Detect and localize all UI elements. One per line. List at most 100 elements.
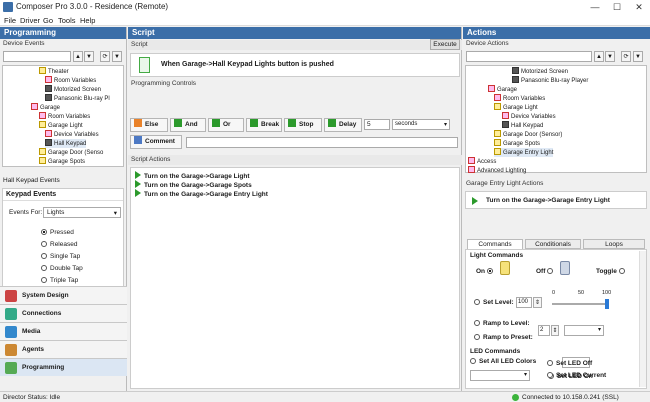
tree-item[interactable]: Panasonic Blu-ray Player: [512, 76, 588, 85]
filter-icon[interactable]: ▼: [112, 51, 122, 62]
menu-file[interactable]: File: [4, 16, 16, 25]
else-button[interactable]: Else: [130, 118, 168, 132]
level-input[interactable]: 100: [516, 297, 532, 308]
off-radio[interactable]: [547, 268, 554, 274]
tree-item[interactable]: Hall Keypad: [502, 121, 543, 130]
tree-item[interactable]: Garage: [488, 85, 517, 94]
event-option[interactable]: Triple Tap: [41, 277, 78, 284]
ramp-preset-select[interactable]: ▾: [564, 325, 604, 336]
event-radio[interactable]: [41, 241, 47, 247]
menu-driver[interactable]: Driver: [20, 16, 40, 25]
tree-item[interactable]: Garage Door (Sensor): [494, 130, 562, 139]
events-for-select[interactable]: Lights ▾: [43, 207, 121, 218]
arrow-down-icon[interactable]: ▼: [605, 51, 615, 62]
nav-system-design[interactable]: System Design: [0, 286, 127, 304]
nav-agents[interactable]: Agents: [0, 340, 127, 358]
tab-commands[interactable]: Commands: [467, 239, 523, 249]
menu-tools[interactable]: Tools: [58, 16, 76, 25]
arrow-up-icon[interactable]: ▲: [73, 51, 83, 62]
or-button[interactable]: Or: [208, 118, 244, 132]
nav-programming[interactable]: Programming: [0, 358, 127, 376]
tree-item[interactable]: Motorized Screen: [512, 67, 568, 76]
refresh-icon[interactable]: ⟳: [621, 51, 631, 62]
ramp-value-input[interactable]: 2: [538, 325, 550, 336]
tree-item[interactable]: Panasonic Blu-ray Pl: [45, 94, 110, 103]
device-icon: [494, 139, 501, 146]
entry-action-item[interactable]: Turn on the Garage->Garage Entry Light: [465, 191, 647, 209]
set-all-led-radio[interactable]: [470, 358, 476, 364]
event-option[interactable]: Double Tap: [41, 265, 83, 272]
event-radio[interactable]: [41, 229, 47, 235]
minimize-button[interactable]: —: [584, 0, 606, 14]
comment-button[interactable]: Comment: [130, 135, 182, 149]
keypad-icon: [139, 57, 150, 73]
script-actions-list[interactable]: Turn on the Garage->Garage Light Turn on …: [130, 167, 460, 389]
filter-icon[interactable]: ▼: [633, 51, 643, 62]
tree-item[interactable]: Theater: [39, 67, 69, 76]
event-radio[interactable]: [41, 277, 47, 283]
break-button[interactable]: Break: [246, 118, 282, 132]
arrow-down-icon[interactable]: ▼: [84, 51, 94, 62]
tree-item[interactable]: Access: [468, 157, 496, 166]
nav-connections[interactable]: Connections: [0, 304, 127, 322]
device-actions-tree[interactable]: Motorized Screen Panasonic Blu-ray Player…: [465, 65, 647, 175]
level-slider-thumb[interactable]: [605, 299, 609, 309]
level-slider-track[interactable]: [552, 303, 608, 305]
delay-button[interactable]: Delay: [324, 118, 362, 132]
device-filter-combo[interactable]: [3, 51, 71, 62]
tree-item[interactable]: Garage Light: [39, 121, 83, 130]
level-stepper[interactable]: ⇕: [533, 297, 542, 308]
script-action-row[interactable]: Turn on the Garage->Garage Light: [135, 171, 250, 180]
led-current-radio[interactable]: [547, 372, 553, 378]
ramp-preset-radio[interactable]: [474, 334, 480, 340]
tree-item[interactable]: Garage: [31, 103, 60, 112]
comment-input[interactable]: [186, 137, 458, 148]
tree-item[interactable]: Room Variables: [494, 94, 545, 103]
tree-item[interactable]: Room Variables: [45, 76, 96, 85]
arrow-up-icon[interactable]: ▲: [594, 51, 604, 62]
tree-item[interactable]: Device Variables: [502, 112, 556, 121]
menu-go[interactable]: Go: [43, 16, 53, 25]
led-select[interactable]: ▾: [470, 370, 530, 381]
tree-item[interactable]: Motorized Screen: [45, 85, 101, 94]
menu-help[interactable]: Help: [80, 16, 95, 25]
ramp-level-radio[interactable]: [474, 320, 480, 326]
script-label: Script: [128, 40, 462, 50]
set-level-radio[interactable]: [474, 299, 480, 305]
ramp-stepper[interactable]: ⇕: [551, 325, 559, 336]
event-option[interactable]: Released: [41, 241, 77, 248]
close-button[interactable]: ✕: [628, 0, 650, 14]
event-radio[interactable]: [41, 265, 47, 271]
tree-item[interactable]: Room Variables: [39, 112, 90, 121]
tree-item[interactable]: Garage Spots: [494, 139, 540, 148]
nav-media[interactable]: Media: [0, 322, 127, 340]
commands-scrollbar[interactable]: [639, 251, 646, 387]
delay-unit-select[interactable]: seconds ▾: [392, 119, 450, 130]
event-option[interactable]: Single Tap: [41, 253, 80, 260]
and-button[interactable]: And: [170, 118, 206, 132]
script-action-row[interactable]: Turn on the Garage->Garage Spots: [135, 180, 252, 189]
refresh-icon[interactable]: ⟳: [100, 51, 110, 62]
on-radio[interactable]: [487, 268, 494, 274]
maximize-button[interactable]: ☐: [606, 0, 628, 14]
tree-item[interactable]: Garage Entry Light: [494, 148, 554, 157]
delay-value-input[interactable]: 5: [364, 119, 390, 130]
device-events-tree[interactable]: Theater Room Variables Motorized Screen Pan…: [2, 65, 124, 167]
tree-item[interactable]: Hall Keypad: [45, 139, 87, 148]
script-action-row[interactable]: Turn on the Garage->Garage Entry Light: [135, 189, 268, 198]
execute-button[interactable]: Execute: [430, 39, 460, 50]
tree-item[interactable]: Device Variables: [45, 130, 99, 139]
tree-item[interactable]: Garage Spots: [39, 157, 85, 166]
toggle-radio[interactable]: [618, 268, 625, 274]
tree-item[interactable]: Advanced Lighting: [468, 166, 526, 175]
tab-conditionals[interactable]: Conditionals: [525, 239, 581, 249]
tree-item[interactable]: Garage Door (Senso: [39, 148, 103, 157]
stop-button[interactable]: Stop: [284, 118, 322, 132]
actions-filter-combo[interactable]: [466, 51, 592, 62]
device-icon: [494, 130, 501, 137]
led-off-radio[interactable]: [547, 360, 553, 366]
tab-loops[interactable]: Loops: [583, 239, 645, 249]
tree-item[interactable]: Garage Light: [494, 103, 538, 112]
event-option[interactable]: Pressed: [41, 229, 74, 236]
event-radio[interactable]: [41, 253, 47, 259]
